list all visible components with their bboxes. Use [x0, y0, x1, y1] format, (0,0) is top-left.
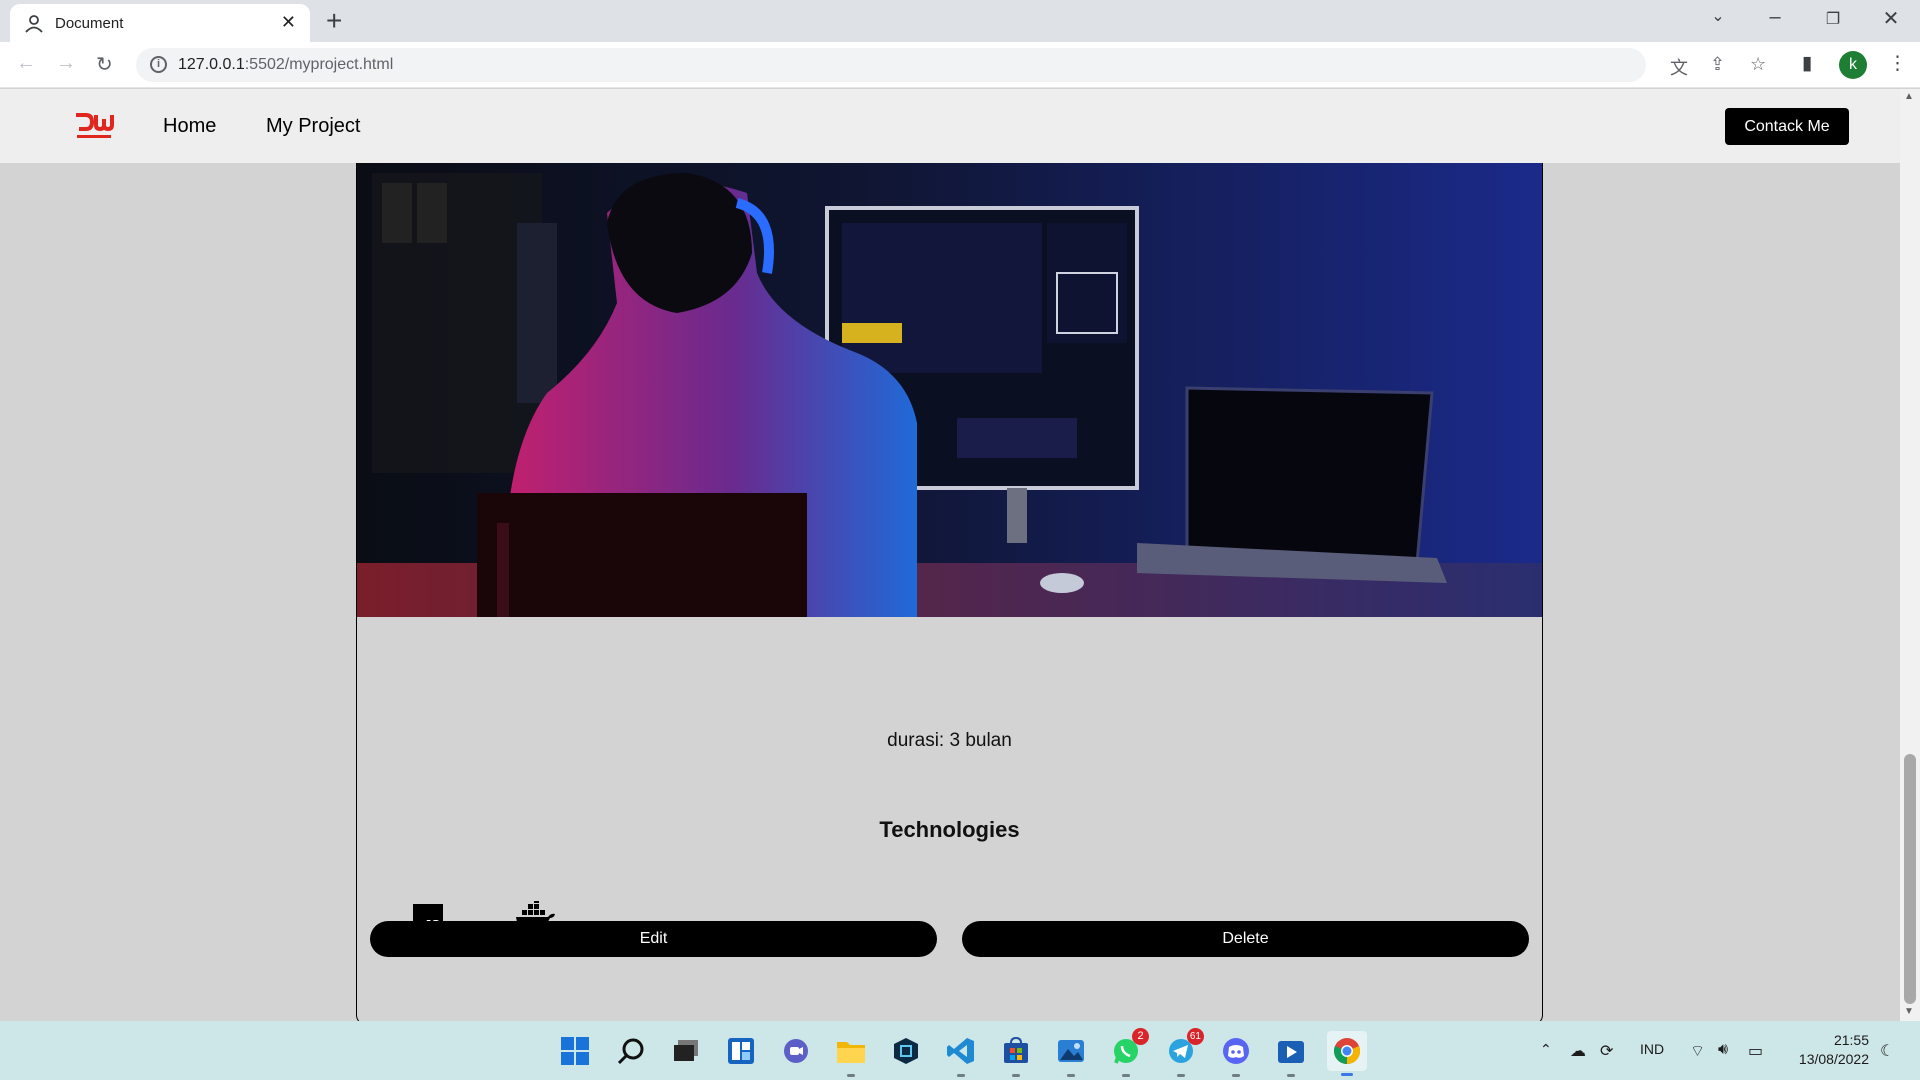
person-favicon-icon: [25, 15, 43, 33]
new-tab-icon[interactable]: +: [326, 6, 342, 36]
delete-button[interactable]: Delete: [962, 921, 1529, 957]
telegram-icon[interactable]: 61: [1164, 1028, 1204, 1077]
discord-icon[interactable]: [1219, 1034, 1253, 1077]
address-bar[interactable]: i 127.0.0.1:5502/myproject.html 文 ⇪ ☆: [136, 48, 1766, 82]
browser-tab[interactable]: Document ✕: [10, 4, 310, 42]
chrome-icon[interactable]: [1327, 1031, 1367, 1076]
bookmark-star-icon[interactable]: ☆: [1750, 54, 1766, 75]
edit-button[interactable]: Edit: [370, 921, 937, 957]
tab-search-icon[interactable]: ⌄: [1703, 6, 1733, 26]
whatsapp-icon[interactable]: 2: [1109, 1028, 1149, 1077]
app-running-indicator: [1122, 1074, 1130, 1077]
app-running-indicator: [847, 1074, 855, 1077]
scrollbar-thumb[interactable]: [1904, 754, 1916, 1004]
terminal-app-icon[interactable]: [889, 1034, 923, 1068]
language-indicator[interactable]: IND: [1640, 1041, 1664, 1057]
nav-my-project[interactable]: My Project: [266, 115, 360, 138]
show-hidden-icons-icon[interactable]: ⌃: [1540, 1041, 1552, 1058]
scroll-up-icon[interactable]: ▲: [1904, 91, 1914, 102]
minimize-icon[interactable]: –: [1760, 6, 1790, 29]
address-url[interactable]: 127.0.0.1:5502/myproject.html: [178, 56, 393, 74]
page-viewport: Home My Project Contack Me durasi: 3 bul…: [0, 89, 1900, 1021]
page-scrollbar[interactable]: ▲ ▼: [1900, 89, 1920, 1021]
project-detail-card: durasi: 3 bulan Technologies JS Edit Del…: [356, 163, 1543, 1021]
side-panel-icon[interactable]: ▮: [1802, 52, 1812, 75]
volume-icon[interactable]: 🔊︎: [1718, 1041, 1728, 1059]
scroll-down-icon[interactable]: ▼: [1904, 1006, 1914, 1017]
app-running-indicator: [1177, 1074, 1185, 1077]
reload-icon[interactable]: ↻: [96, 52, 113, 77]
clock-time: 21:55: [1833, 1032, 1869, 1048]
app-running-indicator: [1232, 1074, 1240, 1077]
technologies-heading: Technologies: [879, 817, 1020, 842]
os-taskbar: 2 61 ⌃ ☁ ⟳ IND ⌔ 🔊︎ ▭ 21:55 13/08/2022 ☾: [0, 1021, 1920, 1080]
widgets-icon[interactable]: [724, 1034, 758, 1068]
site-info-icon[interactable]: i: [150, 56, 167, 73]
window-close-icon[interactable]: ✕: [1876, 6, 1906, 31]
share-icon[interactable]: ⇪: [1710, 54, 1725, 75]
search-icon[interactable]: [614, 1034, 648, 1068]
restore-icon[interactable]: ❐: [1818, 9, 1848, 29]
whatsapp-badge: 2: [1132, 1028, 1149, 1045]
battery-icon[interactable]: ▭: [1748, 1041, 1763, 1061]
forward-icon[interactable]: →: [56, 52, 76, 75]
browser-tab-strip: Document ✕ + ⌄ – ❐ ✕: [0, 0, 1920, 42]
contact-me-button[interactable]: Contack Me: [1725, 108, 1849, 145]
site-navbar: Home My Project Contack Me: [0, 89, 1900, 163]
app-running-indicator: [1287, 1074, 1295, 1077]
url-host: 127.0.0.1: [178, 56, 245, 73]
project-duration: durasi: 3 bulan: [887, 730, 1012, 751]
onedrive-icon[interactable]: ☁: [1570, 1041, 1586, 1061]
file-explorer-icon[interactable]: [834, 1034, 868, 1077]
start-icon[interactable]: [558, 1034, 592, 1068]
photos-icon[interactable]: [1054, 1034, 1088, 1077]
app-running-indicator: [1067, 1074, 1075, 1077]
browser-menu-icon[interactable]: ⋮: [1888, 52, 1907, 75]
teams-chat-icon[interactable]: [779, 1034, 813, 1068]
back-icon[interactable]: ←: [16, 52, 36, 75]
nav-home[interactable]: Home: [163, 115, 216, 138]
app-running-indicator: [957, 1074, 965, 1077]
project-hero-image: [357, 163, 1542, 617]
dw-logo[interactable]: [74, 111, 114, 143]
system-clock[interactable]: 21:55 13/08/2022: [1785, 1031, 1869, 1069]
wifi-icon[interactable]: ⌔: [1690, 1041, 1705, 1061]
clock-date: 13/08/2022: [1798, 1051, 1869, 1067]
notifications-icon[interactable]: ☾: [1880, 1041, 1894, 1061]
browser-toolbar: ← → ↻ i 127.0.0.1:5502/myproject.html 文 …: [0, 42, 1920, 88]
translate-icon[interactable]: 文: [1670, 54, 1688, 80]
app-active-indicator: [1341, 1073, 1353, 1076]
sync-status-icon[interactable]: ⟳: [1600, 1041, 1613, 1061]
media-player-icon[interactable]: [1274, 1034, 1308, 1077]
task-view-icon[interactable]: [669, 1034, 703, 1068]
vscode-icon[interactable]: [944, 1034, 978, 1077]
store-icon[interactable]: [999, 1034, 1033, 1077]
url-path: :5502/myproject.html: [244, 56, 394, 73]
app-running-indicator: [1012, 1074, 1020, 1077]
telegram-badge: 61: [1186, 1028, 1204, 1045]
tab-title: Document: [55, 15, 124, 32]
tab-close-icon[interactable]: ✕: [281, 12, 296, 33]
profile-avatar[interactable]: k: [1839, 51, 1867, 79]
